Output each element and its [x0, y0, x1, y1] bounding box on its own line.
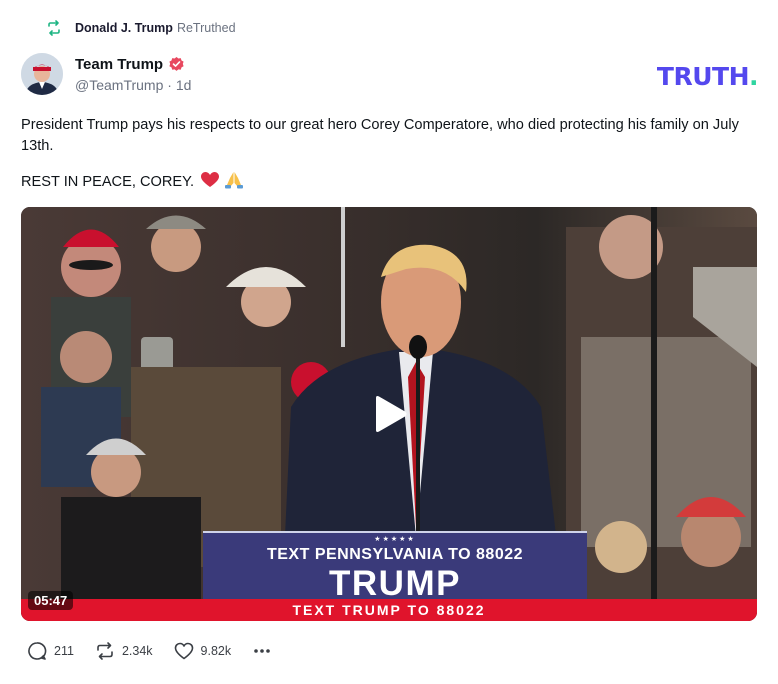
like-count: 9.82k: [200, 644, 232, 658]
post-paragraph: President Trump pays his respects to our…: [21, 117, 739, 154]
reply-count: 211: [54, 644, 74, 658]
like-button[interactable]: 9.82k: [174, 641, 232, 661]
more-options-button[interactable]: [252, 641, 272, 661]
red-heart-icon: [201, 172, 220, 187]
meta-separator: ·: [167, 77, 176, 93]
post-time[interactable]: 1d: [176, 77, 192, 93]
video-banner: ★★★★★ TEXT PENNSYLVANIA TO 88022 TRUMP: [203, 531, 587, 603]
banner-stars: ★★★★★: [374, 536, 416, 543]
author-handle[interactable]: @TeamTrump: [75, 77, 163, 93]
banner-text-line2: TRUMP: [329, 564, 461, 603]
retruth-icon: [48, 20, 60, 36]
post-author: Team Trump @TeamTrump · 1d: [21, 53, 191, 95]
truth-logo[interactable]: TRUTH.: [656, 62, 759, 91]
post-paragraph: REST IN PEACE, COREY.: [21, 174, 195, 190]
banner-text-line1: TEXT PENNSYLVANIA TO 88022: [266, 546, 524, 563]
retruth-count: 2.34k: [121, 644, 153, 658]
heart-icon: [174, 642, 193, 660]
truth-logo-text: TRUTH: [656, 62, 750, 91]
play-icon[interactable]: [372, 395, 408, 433]
retruth-button[interactable]: 2.34k: [95, 641, 153, 661]
post-paragraph-with-emoji: REST IN PEACE, COREY.: [21, 171, 761, 193]
ellipsis-icon: [254, 649, 270, 653]
retruth-username[interactable]: Donald J. Trump: [75, 21, 173, 35]
folded-hands-icon: [225, 172, 244, 189]
verified-badge-icon: [169, 56, 184, 71]
reply-button[interactable]: 211: [27, 641, 74, 661]
video-red-strip: TEXT TRUMP TO 88022: [21, 599, 757, 621]
reply-icon: [28, 642, 47, 660]
video-player[interactable]: ★★★★★ TEXT PENNSYLVANIA TO 88022 TRUMP T…: [21, 207, 757, 621]
retruth-header: Donald J. Trump ReTruthed: [46, 18, 236, 38]
truth-logo-dot: .: [749, 62, 759, 91]
video-duration: 05:47: [28, 591, 74, 610]
post-body: President Trump pays his respects to our…: [21, 115, 761, 207]
strip-text: TEXT TRUMP TO 88022: [292, 602, 486, 618]
post-actions: 211 2.34k 9.82k: [27, 641, 272, 661]
retruth-label: ReTruthed: [176, 21, 236, 35]
author-name[interactable]: Team Trump: [75, 56, 163, 73]
avatar[interactable]: [21, 53, 63, 95]
retruth-icon: [97, 642, 113, 660]
avatar-image: [21, 53, 63, 95]
